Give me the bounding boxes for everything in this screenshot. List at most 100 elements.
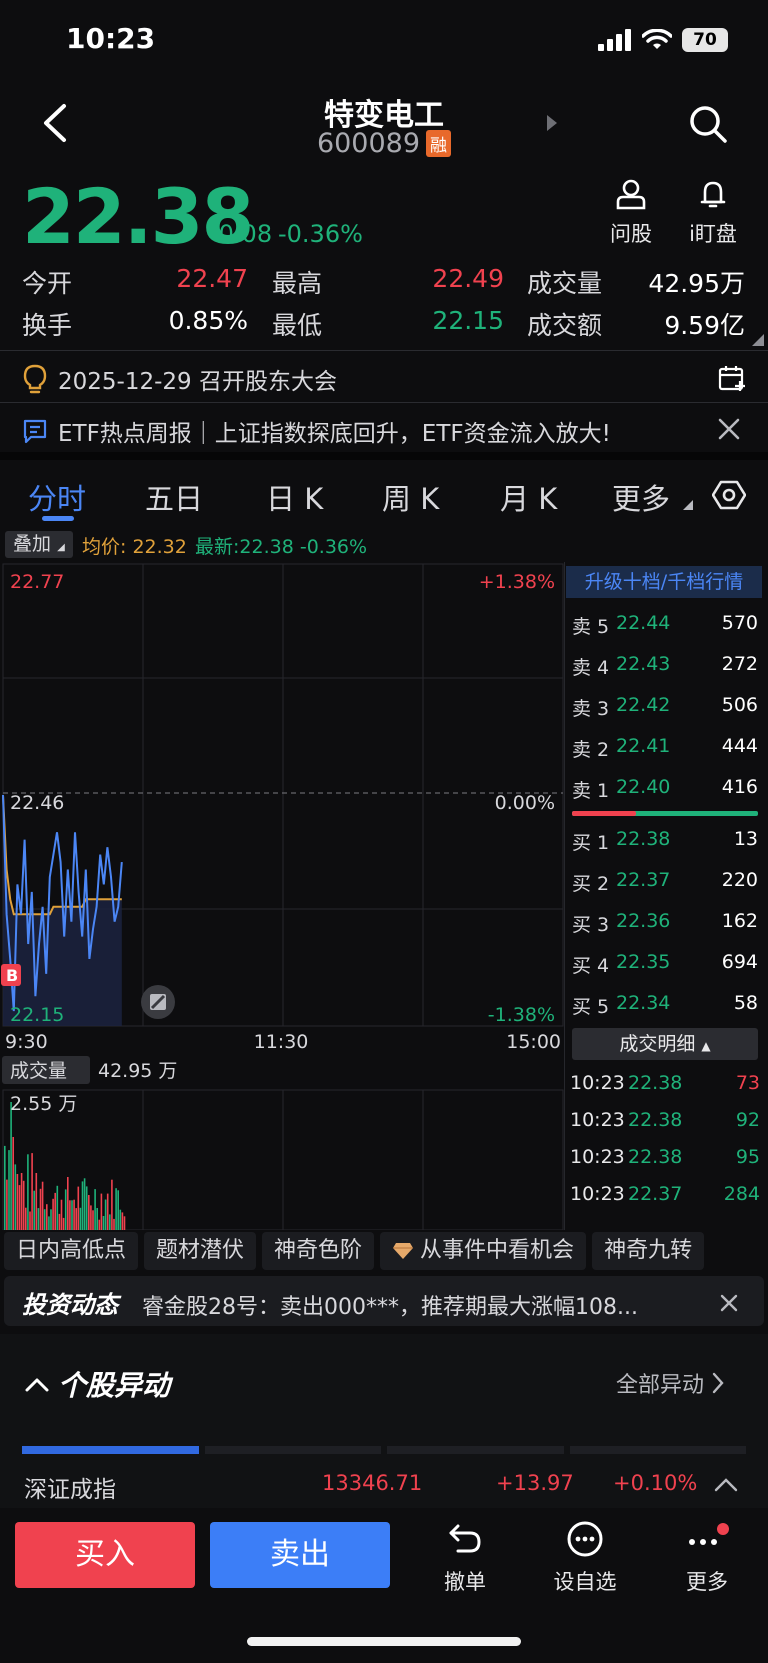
index-name[interactable]: 深证成指 <box>24 1470 116 1504</box>
ask-row-2: 卖 2 22.41 444 <box>572 735 758 765</box>
diamond-icon <box>393 1243 414 1259</box>
bid-volume: 694 <box>721 951 758 973</box>
search-icon[interactable] <box>688 104 728 144</box>
chip-label: 题材潜伏 <box>156 1238 245 1263</box>
index-value: 13346.71 <box>322 1471 423 1495</box>
volume-bar <box>43 1209 46 1230</box>
high-label: 最高 <box>272 269 323 298</box>
monitor-button[interactable]: i盯盘 <box>684 178 742 248</box>
ask-row-1: 卖 1 22.40 416 <box>572 776 758 806</box>
bid-volume: 13 <box>733 828 758 850</box>
tab-intraday[interactable]: 分时 <box>28 476 86 518</box>
trade-volume: 95 <box>735 1146 760 1168</box>
more-dots-icon <box>689 1523 729 1545</box>
ask-stock-button[interactable]: 问股 <box>606 178 656 248</box>
trade-time: 10:23 <box>570 1109 625 1131</box>
volume-bar <box>71 1200 73 1230</box>
volume-bar <box>119 1209 122 1230</box>
ask-price: 22.43 <box>616 653 671 675</box>
volume-bar <box>50 1209 52 1230</box>
status-icons: 70 <box>598 28 728 52</box>
volume-bar <box>69 1200 71 1230</box>
chip-color-scale[interactable]: 神奇色阶 <box>262 1232 375 1270</box>
section-tab[interactable] <box>387 1446 564 1454</box>
next-stock-icon[interactable] <box>545 114 559 132</box>
volume-bar <box>73 1199 75 1230</box>
open-label: 今开 <box>22 269 73 298</box>
section-tab[interactable] <box>22 1446 199 1454</box>
investment-news-text: 睿金股28号：卖出000***，推荐期最大涨幅108... <box>142 1295 638 1320</box>
volume-bar <box>46 1204 48 1230</box>
close-icon[interactable] <box>716 416 742 442</box>
more-button[interactable]: 更多 <box>662 1520 752 1596</box>
bid-price: 22.35 <box>616 951 671 973</box>
chevron-up-icon[interactable] <box>714 1476 738 1492</box>
trade-detail-button[interactable]: 成交明细 ▲ <box>572 1028 758 1060</box>
tab-monthly-k[interactable]: 月 K <box>500 476 557 518</box>
home-indicator <box>247 1637 521 1646</box>
calendar-add-icon[interactable] <box>718 364 746 392</box>
volume-bar <box>18 1185 21 1230</box>
buy-button[interactable]: 买入 <box>15 1522 195 1588</box>
all-abnormal-link[interactable]: 全部异动 <box>616 1367 724 1399</box>
etf-news-row[interactable]: ETF热点周报｜上证指数探底回升，ETF资金流入放大! <box>22 414 611 448</box>
ask-price: 22.42 <box>616 694 671 716</box>
trade-time: 10:23 <box>570 1183 625 1205</box>
bid-volume: 162 <box>721 910 758 932</box>
bid-row-2: 买 2 22.37 220 <box>572 869 758 899</box>
volume-bar <box>16 1174 19 1230</box>
time-label-open: 9:30 <box>5 1031 48 1053</box>
price-change: -0.08 <box>210 220 273 248</box>
settings-icon[interactable] <box>712 478 746 512</box>
draw-tool-icon[interactable] <box>141 985 175 1019</box>
sell-button[interactable]: 卖出 <box>210 1522 390 1588</box>
avg-price-text: 均价: 22.32 <box>82 536 187 558</box>
bid-price: 22.36 <box>616 910 671 932</box>
ask-volume: 272 <box>721 653 758 675</box>
chart-orderbook-divider <box>564 562 565 1230</box>
tab-weekly-k[interactable]: 周 K <box>382 476 439 518</box>
chip-intraday-high-low[interactable]: 日内高低点 <box>4 1232 139 1270</box>
active-tab-indicator <box>42 516 74 521</box>
close-icon[interactable] <box>718 1292 740 1314</box>
cancel-order-button[interactable]: 撤单 <box>420 1520 510 1596</box>
period-tabs: 分时 五日 日 K 周 K 月 K 更多 <box>0 476 768 526</box>
lightbulb-icon <box>23 364 47 394</box>
chip-magic-nine[interactable]: 神奇九转 <box>592 1232 705 1270</box>
trade-volume: 92 <box>735 1109 760 1131</box>
volume-total-label: 42.95 万 <box>98 1060 177 1082</box>
monitor-label: i盯盘 <box>689 222 737 246</box>
expand-corner-icon[interactable] <box>752 334 764 346</box>
volume-bar <box>25 1207 27 1230</box>
chip-theme-ambush[interactable]: 题材潜伏 <box>144 1232 257 1270</box>
section-tab[interactable] <box>569 1446 746 1454</box>
chip-label: 日内高低点 <box>16 1238 127 1263</box>
turnover-label: 换手 <box>22 311 73 340</box>
chip-event-opportunity[interactable]: 从事件中看机会 <box>380 1232 587 1270</box>
volume-bar <box>109 1214 111 1230</box>
top-pct-label: +1.38% <box>479 571 555 593</box>
mid-pct-label: 0.00% <box>495 792 555 814</box>
top-price-label: 22.77 <box>10 571 64 593</box>
section-header[interactable]: 个股异动 <box>24 1364 170 1404</box>
tab-five-day[interactable]: 五日 <box>145 476 203 518</box>
overlay-button[interactable]: 叠加 ◢ <box>5 531 73 558</box>
ask-volume: 444 <box>721 735 758 757</box>
volume-bar <box>60 1199 63 1230</box>
bid-row-4: 买 4 22.35 694 <box>572 951 758 981</box>
bid-volume: 220 <box>721 869 758 891</box>
volume-bar <box>14 1164 17 1230</box>
upgrade-depth-button[interactable]: 升级十档/千档行情 <box>566 566 762 598</box>
trade-price: 22.38 <box>628 1109 683 1131</box>
add-watchlist-button[interactable]: 设自选 <box>540 1520 630 1596</box>
intraday-chart[interactable]: 22.77 +1.38% 22.46 0.00% 22.15 -1.38% 9:… <box>0 562 564 1230</box>
volume-bar <box>4 1145 6 1230</box>
notice-row[interactable]: 2025-12-29 召开股东大会 <box>22 362 337 396</box>
volume-value: 42.95万 <box>648 269 745 298</box>
tab-daily-k[interactable]: 日 K <box>266 476 323 518</box>
section-tab[interactable] <box>204 1446 381 1454</box>
bid-row-1: 买 1 22.38 13 <box>572 828 758 858</box>
bid-label: 买 5 <box>572 996 610 1018</box>
volume-bar <box>22 1180 25 1230</box>
tab-more[interactable]: 更多 <box>612 476 670 518</box>
